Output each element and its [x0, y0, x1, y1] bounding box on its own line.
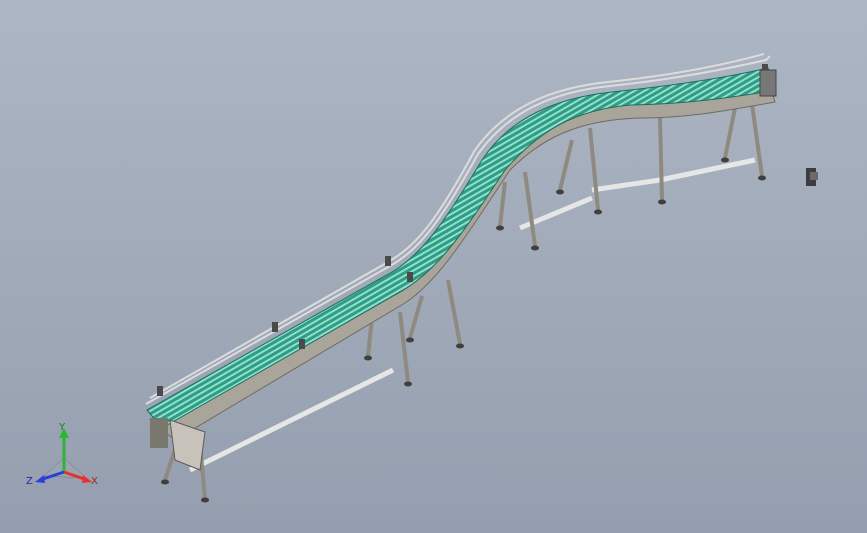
y-axis-label: Y: [58, 422, 66, 433]
leveling-foot: [201, 497, 209, 503]
support-leg: [658, 117, 664, 201]
support-leg: [398, 311, 410, 383]
rail-bracket: [385, 256, 391, 266]
support-leg: [523, 171, 537, 247]
leveling-foot: [404, 381, 412, 387]
leveling-foot: [531, 245, 539, 251]
leveling-foot: [556, 189, 564, 195]
triad-graphic: Y X Z: [26, 422, 98, 487]
end-unit: [759, 69, 777, 97]
support-leg: [723, 107, 737, 159]
support-leg: [558, 139, 574, 191]
leveling-foot: [658, 199, 666, 205]
support-legs: [161, 103, 766, 503]
graphics-viewport[interactable]: Y X Z: [0, 0, 867, 533]
leveling-foot: [161, 479, 169, 485]
leveling-foot: [721, 157, 729, 163]
rail-bracket: [299, 339, 305, 349]
support-leg: [750, 103, 764, 177]
support-leg: [498, 181, 507, 227]
loose-bracket-part: [806, 168, 818, 186]
rail-bracket: [272, 322, 278, 332]
conveyor-side-frame: [149, 84, 776, 441]
rail-bracket: [157, 386, 163, 396]
conveyor-belt: [146, 67, 777, 429]
leveling-foot: [406, 337, 414, 343]
leveling-foot: [594, 209, 602, 215]
leveling-foot: [496, 225, 504, 231]
conveyor-3d-model[interactable]: [0, 0, 867, 533]
leveling-foot: [758, 175, 766, 181]
x-axis-label: X: [91, 476, 98, 487]
support-leg: [408, 295, 424, 339]
rail-bracket: [407, 272, 413, 282]
coordinate-triad: Y X Z: [24, 420, 104, 490]
support-leg: [446, 279, 462, 345]
z-axis-label: Z: [26, 476, 33, 487]
leveling-foot: [364, 355, 372, 361]
leveling-foot: [456, 343, 464, 349]
